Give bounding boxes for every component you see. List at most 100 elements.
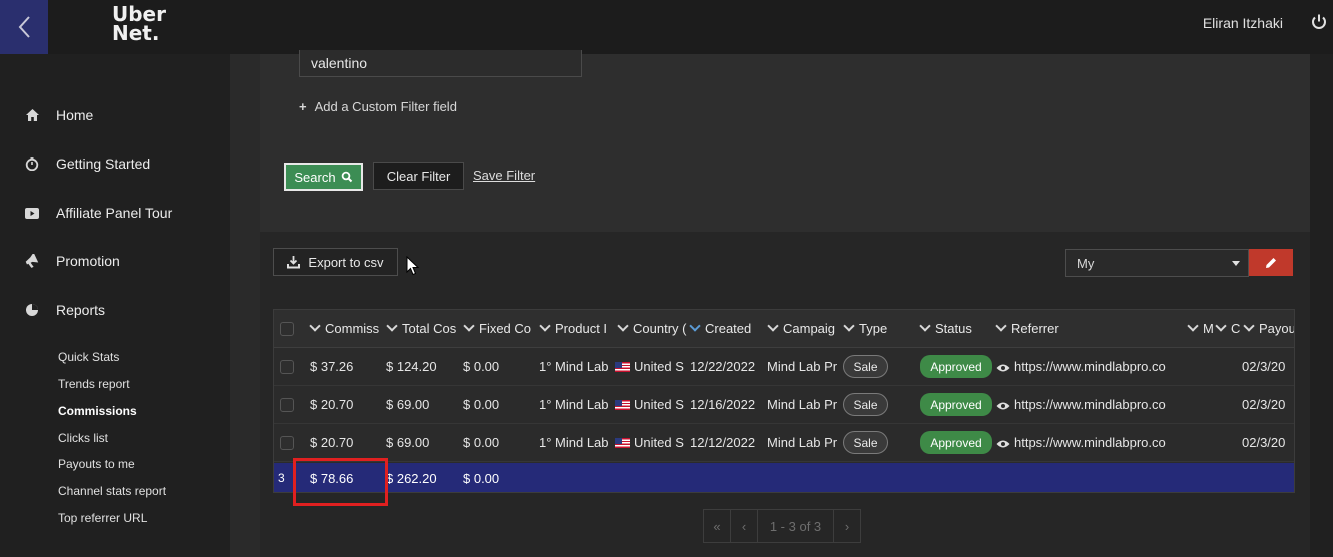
cell-referrer[interactable]: https://www.mindlabpro.co bbox=[996, 435, 1186, 450]
country-text: United S bbox=[634, 359, 684, 374]
cell-fixed-cost: $ 0.00 bbox=[463, 397, 500, 412]
cell-country: United S bbox=[615, 435, 687, 450]
edit-view-button[interactable] bbox=[1249, 249, 1293, 276]
status-badge: Approved bbox=[920, 355, 992, 378]
app-logo[interactable]: Uber Net. bbox=[112, 4, 166, 45]
sidebar-item-reports[interactable]: Reports bbox=[0, 295, 230, 325]
column-label: Fixed Co bbox=[479, 321, 532, 336]
back-button[interactable] bbox=[0, 0, 48, 54]
add-custom-filter-link[interactable]: + Add a Custom Filter field bbox=[299, 99, 457, 114]
totals-row: 3 $ 78.66 $ 262.20 $ 0.00 bbox=[274, 463, 1294, 492]
mouse-pointer-icon bbox=[406, 256, 420, 276]
cell-campaign: Mind Lab Pr bbox=[767, 397, 838, 412]
report-link-commissions[interactable]: Commissions bbox=[58, 404, 137, 418]
plus-icon: + bbox=[299, 99, 307, 114]
column-header-c[interactable]: C bbox=[1215, 321, 1241, 336]
column-header-total-cost[interactable]: Total Cos bbox=[386, 321, 461, 336]
chevron-down-icon bbox=[463, 321, 475, 332]
add-custom-filter-label: Add a Custom Filter field bbox=[314, 99, 457, 114]
cell-commission: $ 20.70 bbox=[310, 435, 354, 450]
chevron-down-icon bbox=[1243, 321, 1255, 332]
sidebar-item-promotion[interactable]: Promotion bbox=[0, 246, 230, 276]
filter-value-input[interactable] bbox=[299, 50, 582, 77]
column-header-status[interactable]: Status bbox=[919, 321, 994, 336]
column-header-m[interactable]: M bbox=[1187, 321, 1213, 336]
table-row[interactable]: $ 20.70 $ 69.00 $ 0.00 1° Mind Lab Unite… bbox=[274, 386, 1294, 424]
row-checkbox[interactable] bbox=[280, 360, 294, 374]
sidebar-item-getting-started[interactable]: Getting Started bbox=[0, 149, 230, 179]
table-row[interactable]: $ 37.26 $ 124.20 $ 0.00 1° Mind Lab Unit… bbox=[274, 348, 1294, 386]
power-icon[interactable] bbox=[1310, 13, 1328, 31]
chevron-down-icon bbox=[386, 321, 398, 332]
next-page-button[interactable]: › bbox=[833, 509, 861, 543]
column-header-created[interactable]: Created bbox=[689, 321, 767, 336]
cell-referrer[interactable]: https://www.mindlabpro.co bbox=[996, 397, 1186, 412]
row-checkbox[interactable] bbox=[280, 436, 294, 450]
column-header-commission[interactable]: Commiss bbox=[309, 321, 383, 336]
column-header-type[interactable]: Type bbox=[843, 321, 918, 336]
totals-total-cost: $ 262.20 bbox=[386, 471, 437, 486]
view-select[interactable]: My bbox=[1065, 249, 1249, 277]
user-name[interactable]: Eliran Itzhaki bbox=[1203, 15, 1283, 31]
export-csv-button[interactable]: Export to csv bbox=[273, 248, 398, 276]
chevron-down-icon bbox=[309, 321, 321, 332]
highlight-box bbox=[293, 458, 388, 506]
table-row[interactable]: $ 20.70 $ 69.00 $ 0.00 1° Mind Lab Unite… bbox=[274, 424, 1294, 462]
column-label: Referrer bbox=[1011, 321, 1059, 336]
report-link-quick-stats[interactable]: Quick Stats bbox=[58, 350, 119, 364]
cell-fixed-cost: $ 0.00 bbox=[463, 435, 500, 450]
cell-commission: $ 37.26 bbox=[310, 359, 354, 374]
column-label: Product I bbox=[555, 321, 608, 336]
pagination: « ‹ 1 - 3 of 3 › bbox=[703, 509, 861, 543]
table-header: Commiss Total Cos Fixed Co Product I Cou… bbox=[274, 310, 1295, 348]
eye-icon[interactable] bbox=[996, 439, 1010, 449]
chevron-down-icon bbox=[995, 321, 1007, 332]
column-header-product[interactable]: Product I bbox=[539, 321, 615, 336]
chevron-down-icon bbox=[767, 321, 779, 332]
referrer-url: https://www.mindlabpro.co bbox=[1014, 397, 1166, 412]
clear-filter-button[interactable]: Clear Filter bbox=[373, 162, 464, 190]
report-link-channel-stats-report[interactable]: Channel stats report bbox=[58, 484, 166, 498]
column-label: Created bbox=[705, 321, 752, 336]
chevron-down-icon bbox=[617, 321, 629, 332]
referrer-url: https://www.mindlabpro.co bbox=[1014, 435, 1166, 450]
sidebar-item-label: Promotion bbox=[56, 253, 120, 269]
pencil-icon bbox=[1266, 257, 1276, 268]
column-header-campaign[interactable]: Campaig bbox=[767, 321, 841, 336]
search-button[interactable]: Search bbox=[284, 163, 363, 191]
commissions-table: Commiss Total Cos Fixed Co Product I Cou… bbox=[273, 309, 1295, 493]
cell-total-cost: $ 69.00 bbox=[386, 397, 430, 412]
top-bar: Uber Net. Eliran Itzhaki bbox=[0, 0, 1333, 54]
cell-country: United S bbox=[615, 397, 687, 412]
column-header-fixed-cost[interactable]: Fixed Co bbox=[463, 321, 537, 336]
export-csv-label: Export to csv bbox=[308, 254, 384, 270]
report-link-trends-report[interactable]: Trends report bbox=[58, 377, 130, 391]
page-scrollbar[interactable] bbox=[1310, 54, 1333, 557]
sidebar-item-home[interactable]: Home bbox=[0, 100, 230, 130]
cell-created: 12/12/2022 bbox=[690, 435, 756, 450]
logo-line-2: Net. bbox=[112, 21, 160, 45]
column-header-payout[interactable]: Payou bbox=[1243, 321, 1295, 336]
column-label: Payou bbox=[1259, 321, 1295, 336]
chevron-down-icon bbox=[689, 321, 701, 332]
cell-referrer[interactable]: https://www.mindlabpro.co bbox=[996, 359, 1186, 374]
type-badge: Sale bbox=[843, 355, 888, 378]
first-page-button[interactable]: « bbox=[703, 509, 731, 543]
report-link-clicks-list[interactable]: Clicks list bbox=[58, 431, 108, 445]
previous-page-button[interactable]: ‹ bbox=[730, 509, 758, 543]
megaphone-icon bbox=[24, 253, 40, 269]
select-all-checkbox[interactable] bbox=[280, 322, 294, 336]
column-header-referrer[interactable]: Referrer bbox=[995, 321, 1185, 336]
eye-icon[interactable] bbox=[996, 401, 1010, 411]
sidebar-item-label: Getting Started bbox=[56, 156, 151, 172]
search-icon bbox=[341, 171, 352, 183]
column-header-country[interactable]: Country ( bbox=[617, 321, 693, 336]
report-link-payouts-to-me[interactable]: Payouts to me bbox=[58, 457, 135, 471]
report-link-top-referrer-url[interactable]: Top referrer URL bbox=[58, 511, 147, 525]
save-filter-link[interactable]: Save Filter bbox=[473, 168, 535, 183]
row-checkbox[interactable] bbox=[280, 398, 294, 412]
eye-icon[interactable] bbox=[996, 363, 1010, 373]
caret-down-icon bbox=[1232, 261, 1240, 266]
sidebar-item-affiliate-panel-tour[interactable]: Affiliate Panel Tour bbox=[0, 198, 230, 228]
column-label: C bbox=[1231, 321, 1241, 336]
